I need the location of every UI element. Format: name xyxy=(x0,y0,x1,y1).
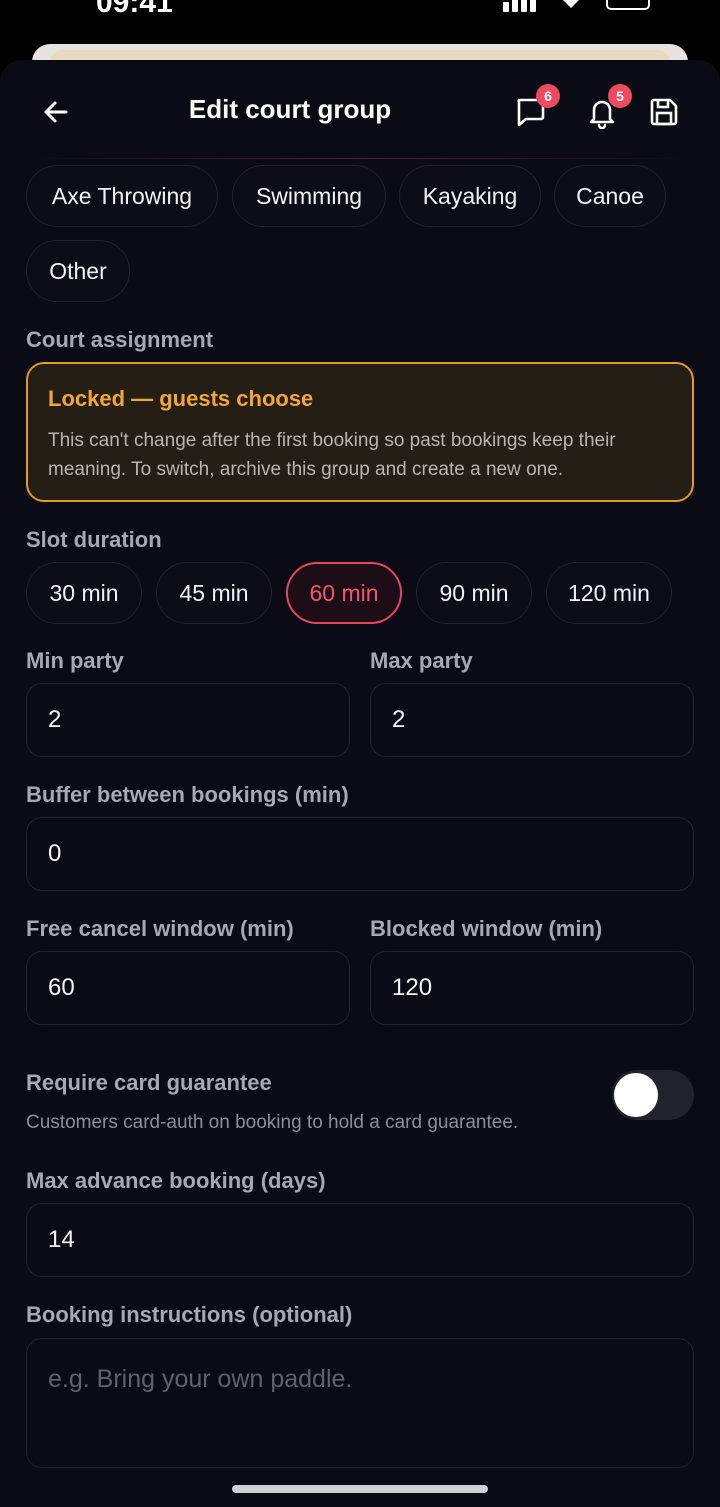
buffer-input[interactable]: 0 xyxy=(26,817,694,891)
slot-duration-60[interactable]: 60 min xyxy=(286,562,402,624)
max-party-input[interactable]: 2 xyxy=(370,683,694,757)
max-advance-label: Max advance booking (days) xyxy=(26,1168,326,1193)
page-title: Edit court group xyxy=(188,94,392,124)
notifications-badge: 5 xyxy=(608,84,632,108)
status-icons xyxy=(503,0,650,12)
edit-court-group-sheet: Edit court group 6 5 Axe Throwing Swimmi… xyxy=(0,60,720,1507)
messages-button[interactable]: 6 xyxy=(508,84,560,134)
status-bar: 09:41 xyxy=(0,0,720,44)
save-button[interactable] xyxy=(642,90,686,134)
card-guarantee-toggle[interactable] xyxy=(612,1070,694,1120)
slot-duration-label: Slot duration xyxy=(26,527,162,552)
category-chip-other[interactable]: Other xyxy=(26,240,130,302)
card-guarantee-label: Require card guarantee xyxy=(26,1070,272,1095)
court-assignment-title: Locked — guests choose xyxy=(48,386,314,411)
notifications-button[interactable]: 5 xyxy=(580,84,632,134)
battery-icon xyxy=(606,0,650,10)
slot-duration-45[interactable]: 45 min xyxy=(156,562,272,624)
signal-icon xyxy=(503,0,536,12)
slot-duration-120[interactable]: 120 min xyxy=(546,562,672,624)
wifi-icon xyxy=(563,0,579,8)
max-advance-input[interactable]: 14 xyxy=(26,1203,694,1277)
slot-duration-30[interactable]: 30 min xyxy=(26,562,142,624)
category-chip-swimming[interactable]: Swimming xyxy=(232,165,386,227)
max-party-label: Max party xyxy=(370,648,473,673)
header-divider xyxy=(30,158,690,159)
floppy-disk-icon xyxy=(650,98,678,126)
home-indicator xyxy=(232,1485,488,1493)
header: Edit court group 6 5 xyxy=(0,60,720,160)
card-guarantee-description: Customers card-auth on booking to hold a… xyxy=(26,1112,519,1133)
min-party-input[interactable]: 2 xyxy=(26,683,350,757)
slot-duration-90[interactable]: 90 min xyxy=(416,562,532,624)
category-chip-canoe[interactable]: Canoe xyxy=(554,165,666,227)
buffer-label: Buffer between bookings (min) xyxy=(26,782,349,807)
instructions-textarea[interactable]: e.g. Bring your own paddle. xyxy=(26,1338,694,1468)
blocked-window-input[interactable]: 120 xyxy=(370,951,694,1025)
court-assignment-label: Court assignment xyxy=(26,327,214,352)
category-chip-axe-throwing[interactable]: Axe Throwing xyxy=(26,165,218,227)
category-chip-kayaking[interactable]: Kayaking xyxy=(399,165,541,227)
free-cancel-input[interactable]: 60 xyxy=(26,951,350,1025)
messages-badge: 6 xyxy=(536,84,560,108)
min-party-label: Min party xyxy=(26,648,124,673)
toggle-knob xyxy=(614,1073,658,1117)
blocked-window-label: Blocked window (min) xyxy=(370,916,603,941)
instructions-label: Booking instructions (optional) xyxy=(26,1302,353,1327)
status-time: 09:41 xyxy=(96,0,173,19)
court-assignment-description: This can't change after the first bookin… xyxy=(48,430,616,480)
court-assignment-locked-card: Locked — guests choose This can't change… xyxy=(26,362,694,502)
free-cancel-label: Free cancel window (min) xyxy=(26,916,294,941)
